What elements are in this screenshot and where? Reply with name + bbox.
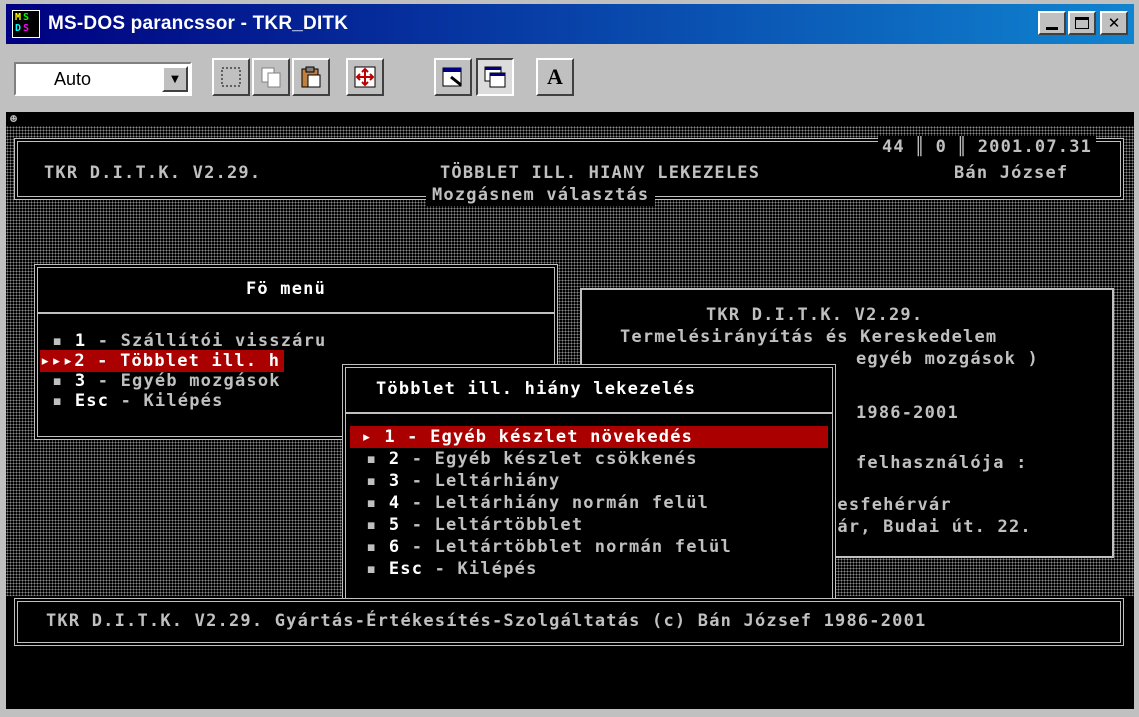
close-button[interactable]: ✕ <box>1100 11 1128 35</box>
properties-icon <box>442 67 462 87</box>
title-bar[interactable]: MS DS MS-DOS parancssor - TKR_DITK ✕ <box>6 4 1134 44</box>
info-line-6: kesfehérvár <box>826 495 952 515</box>
sub-menu-item-1[interactable]: ▸ 1 - Egyéb készlet növekedés <box>350 426 828 448</box>
paste-button[interactable] <box>292 58 330 96</box>
close-icon: ✕ <box>1107 14 1121 32</box>
font-size-value: Auto <box>54 69 92 89</box>
console-cursor-icon: ☻ <box>10 112 18 126</box>
maximize-button[interactable] <box>1068 11 1096 35</box>
fullscreen-button[interactable] <box>346 58 384 96</box>
info-line-7: vár, Budai út. 22. <box>826 517 1032 537</box>
mark-button[interactable] <box>212 58 250 96</box>
footer-text: TKR D.I.T.K. V2.29. Gyártás-Értékesítés-… <box>46 611 927 631</box>
minimize-icon <box>1046 26 1058 30</box>
footer-panel: TKR D.I.T.K. V2.29. Gyártás-Értékesítés-… <box>14 598 1124 646</box>
background-icon <box>484 66 506 88</box>
sub-menu-item-5[interactable]: ▪ 5 - Leltártöbblet <box>366 514 583 536</box>
info-line-3: egyéb mozgások ) <box>856 349 1039 369</box>
sub-menu-item-3[interactable]: ▪ 3 - Leltárhiány <box>366 470 560 492</box>
msdos-window: MS DS MS-DOS parancssor - TKR_DITK ✕ Aut… <box>0 0 1139 717</box>
counter-2: 0 <box>935 137 948 157</box>
info-line-5: felhasználója : <box>856 453 1028 473</box>
main-menu-item-1[interactable]: ▪ 1 - Szállítói visszáru <box>52 330 326 352</box>
copy-icon <box>261 67 281 88</box>
main-menu-title: Fö menü <box>246 279 327 299</box>
font-icon: A <box>547 64 563 89</box>
main-menu-item-esc[interactable]: ▪ Esc - Kilépés <box>52 390 224 412</box>
sub-menu-title: Többlet ill. hiány lekezelés <box>376 379 697 399</box>
header-module-title: TÖBBLET ILL. HIANY LEKEZELES <box>440 163 761 183</box>
sub-menu-item-2[interactable]: ▪ 2 - Egyéb készlet csökkenés <box>366 448 698 470</box>
font-size-select[interactable]: Auto ▼ <box>14 62 192 96</box>
counter-1: 44 <box>882 137 905 157</box>
sub-menu-panel: Többlet ill. hiány lekezelés ▸ 1 - Egyéb… <box>342 364 836 606</box>
header-status: 44 ║ 0 ║ 2001.07.31 <box>878 136 1097 158</box>
maximize-icon <box>1075 17 1089 29</box>
msdos-app-icon[interactable]: MS DS <box>12 10 40 38</box>
header-subtitle: Mozgásnem választás <box>426 184 656 206</box>
sub-menu-item-6[interactable]: ▪ 6 - Leltártöbblet normán felül <box>366 536 732 558</box>
header-date: 2001.07.31 <box>977 137 1093 157</box>
paste-icon <box>301 66 321 88</box>
properties-button[interactable] <box>434 58 472 96</box>
sub-menu-item-esc[interactable]: ▪ Esc - Kilépés <box>366 558 538 580</box>
header-panel: TKR D.I.T.K. V2.29. TÖBBLET ILL. HIANY L… <box>14 136 1124 206</box>
info-line-1: TKR D.I.T.K. V2.29. <box>706 305 924 325</box>
main-menu-item-2[interactable]: ▸▸▸2 - Többlet ill. h <box>40 350 285 372</box>
chevron-down-icon[interactable]: ▼ <box>162 66 188 92</box>
fullscreen-icon <box>354 66 376 88</box>
copy-button[interactable] <box>252 58 290 96</box>
header-app-name: TKR D.I.T.K. V2.29. <box>44 163 262 183</box>
console-screen[interactable]: ☻ TKR D.I.T.K. V2.29. TÖBBLET ILL. HIANY… <box>6 112 1134 709</box>
minimize-button[interactable] <box>1038 11 1066 35</box>
window-title: MS-DOS parancssor - TKR_DITK <box>48 13 349 34</box>
info-line-4: 1986-2001 <box>856 403 959 423</box>
sub-menu-item-4[interactable]: ▪ 4 - Leltárhiány normán felül <box>366 492 709 514</box>
background-button[interactable] <box>476 58 514 96</box>
info-line-2: Termelésirányítás és Kereskedelem <box>620 327 998 347</box>
font-button[interactable]: A <box>536 58 574 96</box>
header-user: Bán József <box>954 163 1069 183</box>
main-menu-item-3[interactable]: ▪ 3 - Egyéb mozgások <box>52 370 281 392</box>
mark-icon <box>221 67 241 87</box>
toolbar: Auto ▼ A <box>6 48 1134 110</box>
